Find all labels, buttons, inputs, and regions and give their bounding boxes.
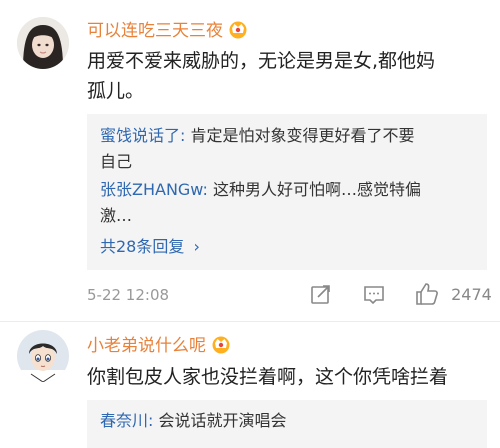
username-text[interactable]: 可以连吃三天三夜 — [87, 21, 223, 41]
comment-2-username[interactable]: 小老弟说什么呢 — [87, 331, 232, 359]
reply-item[interactable]: 张张ZHANGw: 这种男人好可怕啊…感觉特偏 激… — [100, 177, 480, 229]
reply-item[interactable]: 春奈川: 会说话就开演唱会 — [100, 408, 480, 434]
comment-icon[interactable] — [362, 283, 386, 311]
more-replies-text[interactable]: 共28条回复 — [100, 237, 184, 256]
avatar[interactable] — [17, 17, 69, 69]
share-icon[interactable] — [309, 282, 333, 310]
more-replies-link[interactable]: 共28条回复 › — [100, 233, 200, 257]
vip-crown-badge-icon — [210, 334, 232, 359]
comment-1-username[interactable]: 可以连吃三天三夜 — [87, 16, 249, 44]
reply-item[interactable]: 蜜饯说话了: 肯定是怕对象变得更好看了不要 自己 — [100, 123, 480, 175]
comment-1-timestamp: 5-22 12:08 — [87, 286, 170, 304]
avatar-image — [17, 17, 69, 69]
like-icon — [416, 283, 438, 305]
like-count: 2474 — [451, 284, 492, 304]
chevron-right-icon: › — [193, 237, 200, 256]
reply-box: 春奈川: 会说话就开演唱会 — [87, 400, 487, 448]
reply-text: 自己 — [100, 152, 133, 171]
reply-text: 肯定是怕对象变得更好看了不要 — [185, 126, 415, 145]
comment-1-text: 用爱不爱来威胁的，无论是男是女,都他妈 孤儿。 — [87, 46, 487, 106]
reply-username[interactable]: 蜜饯说话了: — [100, 126, 185, 145]
reply-username[interactable]: 春奈川: — [100, 411, 153, 430]
divider — [0, 321, 500, 322]
reply-text: 会说话就开演唱会 — [153, 411, 287, 430]
comment-2-text: 你割包皮人家也没拦着啊，这个你凭啥拦着 — [87, 366, 449, 388]
avatar[interactable] — [17, 330, 69, 382]
reply-text: 这种男人好可怕啊…感觉特偏 — [207, 180, 422, 199]
comment-text-line: 用爱不爱来威胁的，无论是男是女,都他妈 — [87, 50, 436, 72]
comment-text-line: 孤儿。 — [87, 80, 145, 102]
like-button[interactable]: 2474 — [414, 281, 492, 307]
username-text[interactable]: 小老弟说什么呢 — [87, 336, 206, 356]
reply-text: 激… — [100, 206, 133, 225]
reply-box: 蜜饯说话了: 肯定是怕对象变得更好看了不要 自己 张张ZHANGw: 这种男人好… — [87, 114, 487, 270]
reply-username[interactable]: 张张ZHANGw: — [100, 180, 208, 199]
vip-crown-badge-icon — [227, 19, 249, 44]
avatar-image — [17, 330, 69, 382]
